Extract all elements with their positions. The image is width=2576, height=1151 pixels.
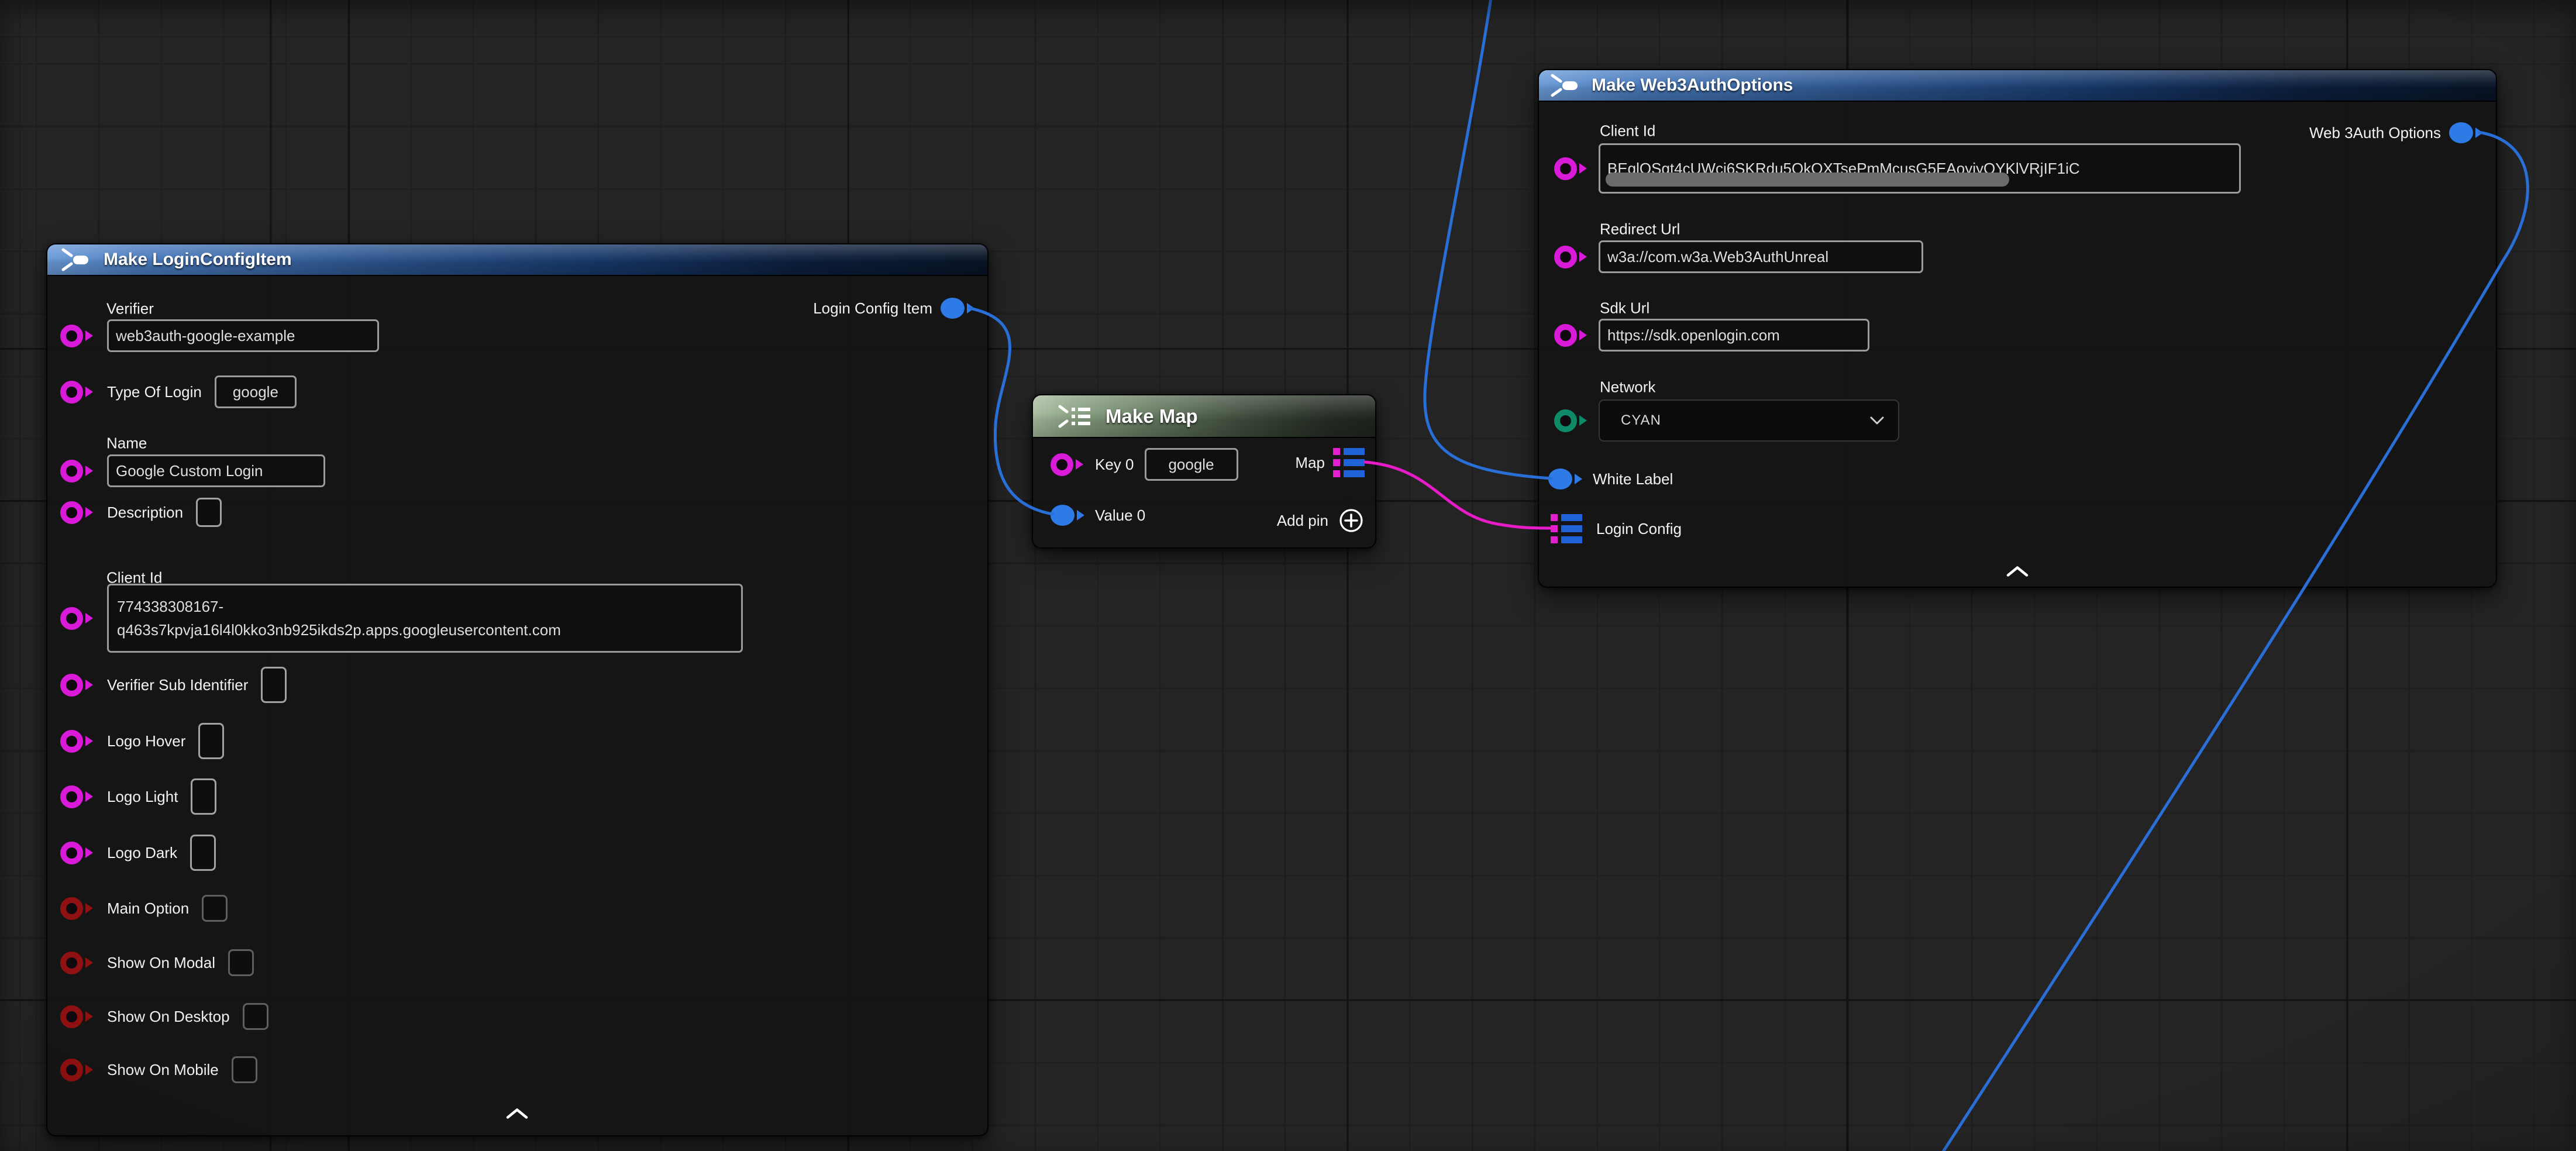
key-0-pin[interactable]	[1051, 453, 1084, 476]
name-input[interactable]	[107, 454, 325, 487]
logo-hover-label: Logo Hover	[107, 732, 185, 750]
add-pin-icon	[1338, 507, 1365, 534]
chevron-up-icon	[2006, 566, 2029, 577]
main-option-pin[interactable]	[60, 897, 94, 920]
redirect-url-input[interactable]	[1599, 240, 1923, 273]
wire-offscreen-to-white-label[interactable]	[1425, 0, 1551, 478]
logo-light-label: Logo Light	[107, 788, 178, 806]
description-pin[interactable]	[60, 501, 94, 524]
node-make-login-config-item[interactable]: Make LoginConfigItem Login Config Item V…	[46, 243, 989, 1136]
node-title: Make LoginConfigItem	[104, 250, 292, 270]
node-make-map[interactable]: Make Map Key 0 Value 0 Map Add pin	[1032, 394, 1376, 549]
type-of-login-pin[interactable]	[60, 381, 94, 404]
type-of-login-input[interactable]	[215, 375, 297, 408]
logo-hover-pin[interactable]	[60, 730, 94, 753]
name-pin[interactable]	[60, 460, 94, 483]
show-on-desktop-checkbox[interactable]	[243, 1003, 268, 1030]
verifier-input[interactable]	[107, 319, 379, 352]
collapse-node-button[interactable]	[2006, 566, 2029, 577]
show-on-mobile-label: Show On Mobile	[107, 1061, 219, 1079]
node-title-bar[interactable]: Make LoginConfigItem	[47, 244, 987, 276]
chevron-down-icon	[1870, 416, 1884, 425]
value-0-label: Value 0	[1095, 506, 1145, 525]
show-on-mobile-checkbox[interactable]	[232, 1056, 257, 1083]
blueprint-canvas[interactable]: Make LoginConfigItem Login Config Item V…	[0, 0, 2576, 1151]
show-on-desktop-label: Show On Desktop	[107, 1008, 230, 1026]
redirect-url-pin[interactable]	[1554, 246, 1588, 268]
name-label: Name	[106, 435, 147, 453]
verifier-pin[interactable]	[60, 325, 94, 347]
verifier-sub-identifier-label: Verifier Sub Identifier	[107, 676, 248, 694]
show-on-modal-checkbox[interactable]	[228, 949, 254, 976]
client-id-label: Client Id	[1600, 122, 1655, 140]
node-title-bar[interactable]: Make Map	[1033, 395, 1375, 438]
key-0-label: Key 0	[1095, 456, 1134, 474]
main-option-checkbox[interactable]	[202, 895, 228, 922]
node-title: Make Map	[1106, 405, 1198, 428]
wire-map-to-login-config[interactable]	[1365, 462, 1553, 528]
show-on-desktop-pin[interactable]	[60, 1005, 94, 1028]
login-config-pin[interactable]	[1551, 514, 1582, 543]
white-label-label: White Label	[1593, 470, 1673, 488]
network-pin[interactable]	[1554, 409, 1588, 432]
sdk-url-input[interactable]	[1599, 319, 1869, 351]
login-config-label: Login Config	[1596, 520, 1682, 538]
web3auth-options-output-label: Web 3Auth Options	[2309, 124, 2441, 142]
client-id-scrollbar[interactable]	[1606, 173, 2009, 187]
logo-hover-input[interactable]	[198, 723, 224, 759]
client-id-pin[interactable]	[60, 607, 94, 630]
show-on-modal-label: Show On Modal	[107, 954, 215, 972]
add-pin-label: Add pin	[1277, 512, 1328, 530]
logo-light-pin[interactable]	[60, 785, 94, 808]
show-on-modal-pin[interactable]	[60, 952, 94, 974]
key-0-input[interactable]	[1145, 448, 1238, 481]
client-id-pin[interactable]	[1554, 157, 1588, 180]
make-map-icon	[1056, 404, 1093, 429]
login-config-item-output-label: Login Config Item	[813, 299, 932, 318]
make-struct-icon	[1549, 74, 1580, 97]
logo-dark-pin[interactable]	[60, 842, 94, 864]
logo-dark-label: Logo Dark	[107, 844, 177, 862]
sdk-url-label: Sdk Url	[1600, 299, 1649, 318]
network-selected-value: CYAN	[1621, 412, 1661, 429]
make-struct-icon	[60, 248, 91, 271]
main-option-label: Main Option	[107, 900, 189, 918]
node-title: Make Web3AuthOptions	[1592, 75, 1793, 95]
logo-dark-input[interactable]	[190, 835, 216, 871]
description-input[interactable]	[196, 498, 222, 527]
sdk-url-pin[interactable]	[1554, 324, 1588, 347]
node-title-bar[interactable]: Make Web3AuthOptions	[1539, 70, 2496, 102]
map-output-label: Map	[1295, 454, 1325, 472]
white-label-pin[interactable]	[1548, 468, 1582, 490]
value-0-pin[interactable]	[1051, 505, 1084, 526]
description-label: Description	[107, 504, 183, 522]
chevron-up-icon	[506, 1108, 528, 1119]
verifier-sub-identifier-pin[interactable]	[60, 674, 94, 697]
network-label: Network	[1600, 378, 1655, 397]
map-output-pin[interactable]	[1333, 448, 1365, 477]
show-on-mobile-pin[interactable]	[60, 1059, 94, 1081]
network-dropdown[interactable]: CYAN	[1599, 399, 1899, 442]
verifier-sub-identifier-input[interactable]	[261, 667, 287, 703]
verifier-label: Verifier	[106, 300, 154, 318]
collapse-node-button[interactable]	[506, 1108, 528, 1119]
client-id-input[interactable]: 774338308167- q463s7kpvja16l4l0kko3nb925…	[107, 584, 743, 653]
type-of-login-label: Type Of Login	[107, 383, 202, 401]
logo-light-input[interactable]	[191, 778, 216, 815]
redirect-url-label: Redirect Url	[1600, 220, 1680, 239]
add-pin-button[interactable]: Add pin	[1277, 507, 1365, 534]
